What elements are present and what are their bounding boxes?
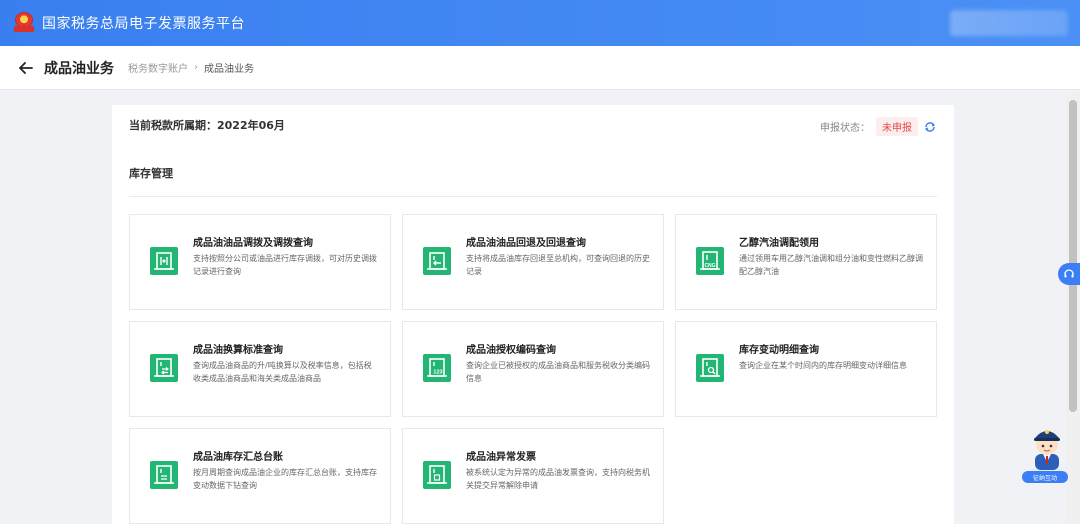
code-icon: 123 bbox=[423, 354, 451, 382]
svg-text:123: 123 bbox=[433, 370, 442, 376]
breadcrumb-separator-icon: › bbox=[194, 62, 198, 73]
assistant-label[interactable]: 征纳互动 bbox=[1022, 471, 1068, 483]
page-header: 成品油业务 税务数字账户 › 成品油业务 bbox=[0, 46, 1080, 90]
card-title: 库存变动明细查询 bbox=[739, 345, 819, 356]
main-panel: 当前税款所属期：2022年06月 申报状态： 未申报 库存管理 成品油油品调拨及… bbox=[112, 105, 954, 524]
declaration-status: 申报状态： 未申报 bbox=[820, 117, 936, 136]
card-description: 支持将成品油库存回退至总机构，可查询回退的历史记录 bbox=[466, 254, 650, 276]
transfer-icon bbox=[150, 247, 178, 275]
card-title: 成品油库存汇总台账 bbox=[193, 452, 283, 463]
breadcrumb: 税务数字账户 › 成品油业务 bbox=[128, 60, 254, 75]
inventory-search-icon bbox=[696, 354, 724, 382]
return-icon bbox=[423, 247, 451, 275]
tax-period: 当前税款所属期：2022年06月 bbox=[129, 119, 285, 132]
ledger-icon bbox=[150, 461, 178, 489]
breadcrumb-item-tax-account[interactable]: 税务数字账户 bbox=[128, 60, 188, 75]
card-title: 成品油授权编码查询 bbox=[466, 345, 556, 356]
top-bar: 国家税务总局电子发票服务平台 bbox=[0, 0, 1080, 46]
card-description: 查询成品油商品的升/吨换算以及税率信息，包括税收类成品油商品和海关类成品油商品 bbox=[193, 361, 372, 383]
tax-emblem-logo bbox=[14, 12, 34, 34]
card-abnormal-invoice[interactable]: 成品油异常发票 被系统认定为异常的成品油发票查询，支持向税务机关提交异常解除申请 bbox=[402, 428, 664, 524]
svg-text:CNG: CNG bbox=[704, 263, 715, 269]
page-title: 成品油业务 bbox=[44, 60, 114, 77]
card-title: 成品油换算标准查询 bbox=[193, 345, 283, 356]
card-description: 通过领用车用乙醇汽油调和组分油和变性燃料乙醇调配乙醇汽油 bbox=[739, 254, 923, 276]
divider bbox=[129, 196, 937, 197]
card-description: 查询企业在某个时间内的库存明细变动详细信息 bbox=[739, 361, 907, 370]
status-label: 申报状态： bbox=[820, 123, 870, 134]
refresh-icon[interactable] bbox=[924, 121, 936, 133]
card-title: 成品油油品调拨及调拨查询 bbox=[193, 238, 313, 249]
ethanol-icon: CNG bbox=[696, 247, 724, 275]
user-info-blurred[interactable] bbox=[950, 10, 1068, 36]
headset-help-icon[interactable] bbox=[1058, 263, 1080, 285]
status-badge: 未申报 bbox=[876, 117, 918, 136]
card-description: 支持按照分公司或油品进行库存调拨，可对历史调拨记录进行查询 bbox=[193, 254, 377, 276]
card-title: 成品油异常发票 bbox=[466, 452, 536, 463]
card-auth-code[interactable]: 123 成品油授权编码查询 查询企业已被授权的成品油商品和服务税收分类编码信息 bbox=[402, 321, 664, 417]
card-title: 成品油油品回退及回退查询 bbox=[466, 238, 586, 249]
card-convert[interactable]: 成品油换算标准查询 查询成品油商品的升/吨换算以及税率信息，包括税收类成品油商品… bbox=[129, 321, 391, 417]
card-inventory-detail[interactable]: 库存变动明细查询 查询企业在某个时间内的库存明细变动详细信息 bbox=[675, 321, 937, 417]
app-title: 国家税务总局电子发票服务平台 bbox=[42, 16, 245, 32]
scrollbar-thumb[interactable] bbox=[1069, 100, 1077, 412]
card-ethanol[interactable]: CNG 乙醇汽油调配领用 通过领用车用乙醇汽油调和组分油和变性燃料乙醇调配乙醇汽… bbox=[675, 214, 937, 310]
card-return[interactable]: 成品油油品回退及回退查询 支持将成品油库存回退至总机构，可查询回退的历史记录 bbox=[402, 214, 664, 310]
breadcrumb-item-current: 成品油业务 bbox=[204, 64, 254, 75]
card-description: 按月周期查询成品油企业的库存汇总台账，支持库存变动数据下钻查询 bbox=[193, 468, 377, 490]
abnormal-invoice-icon bbox=[423, 461, 451, 489]
card-description: 被系统认定为异常的成品油发票查询，支持向税务机关提交异常解除申请 bbox=[466, 468, 650, 490]
card-title: 乙醇汽油调配领用 bbox=[739, 238, 819, 249]
card-ledger[interactable]: 成品油库存汇总台账 按月周期查询成品油企业的库存汇总台账，支持库存变动数据下钻查… bbox=[129, 428, 391, 524]
convert-icon bbox=[150, 354, 178, 382]
card-description: 查询企业已被授权的成品油商品和服务税收分类编码信息 bbox=[466, 361, 650, 383]
card-transfer[interactable]: 成品油油品调拨及调拨查询 支持按照分公司或油品进行库存调拨，可对历史调拨记录进行… bbox=[129, 214, 391, 310]
back-arrow-icon[interactable] bbox=[18, 60, 34, 76]
section-title-inventory: 库存管理 bbox=[129, 167, 173, 180]
